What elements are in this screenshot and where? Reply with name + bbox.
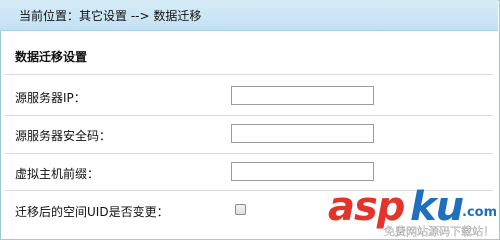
host-prefix-label: 虚拟主机前缀：: [15, 167, 100, 181]
source-code-label: 源服务器安全码：: [15, 129, 112, 143]
section-title: 数据迁移设置: [15, 50, 88, 64]
host-prefix-input[interactable]: [231, 162, 374, 181]
uid-change-label: 迁移后的空间UID是否变更：: [15, 205, 169, 219]
source-ip-label: 源服务器IP：: [15, 91, 86, 105]
breadcrumb: 当前位置：其它设置 --> 数据迁移: [0, 0, 498, 31]
row-divider: [5, 190, 493, 191]
row-divider: [5, 115, 493, 116]
source-ip-input[interactable]: [231, 86, 374, 105]
uid-change-checkbox[interactable]: [235, 204, 246, 215]
row-divider: [5, 153, 493, 154]
breadcrumb-text: 当前位置：其它设置 --> 数据迁移: [19, 8, 202, 23]
source-code-input[interactable]: [231, 124, 374, 143]
row-divider: [5, 74, 493, 75]
